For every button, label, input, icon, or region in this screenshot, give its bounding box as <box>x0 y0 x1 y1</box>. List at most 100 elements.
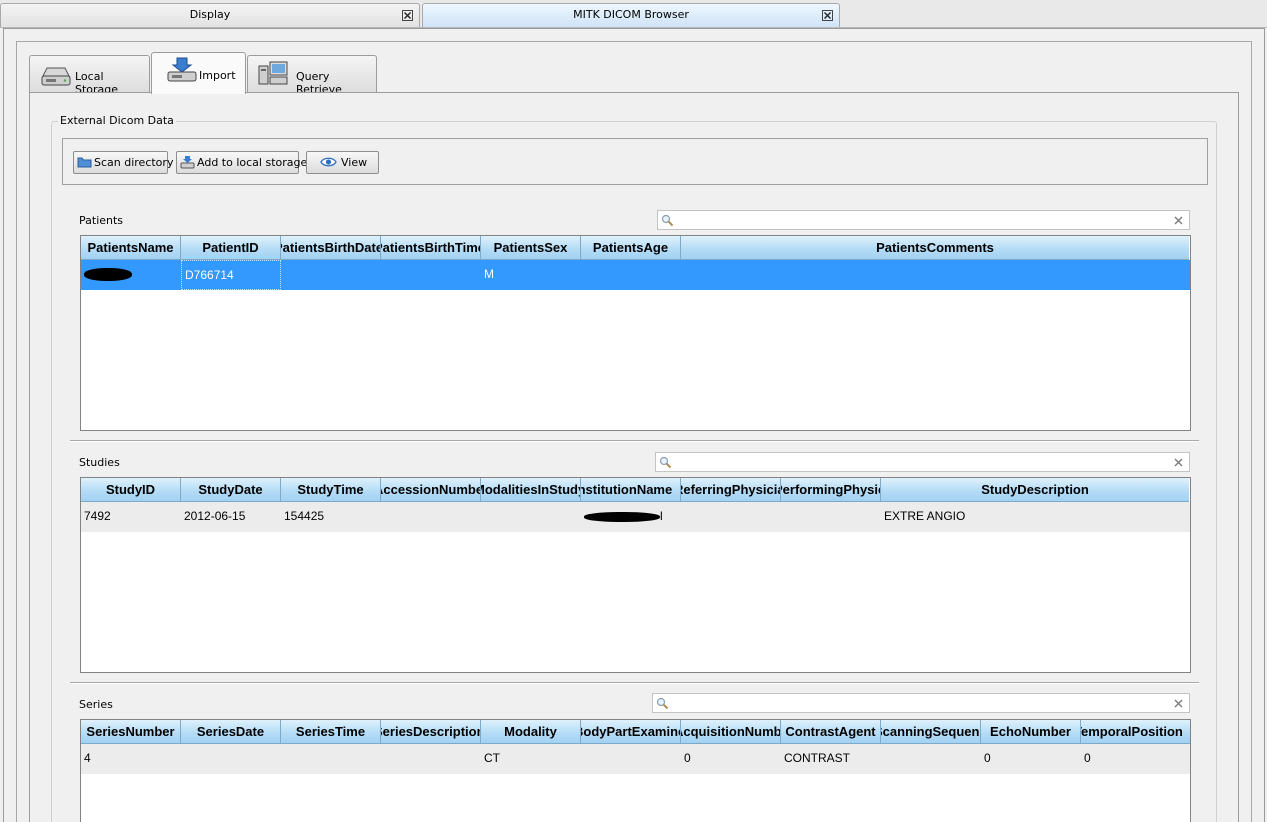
patients-table: PatientsName PatientID PatientsBirthDate… <box>80 235 1191 431</box>
table-row[interactable]: D766714 M <box>81 260 1190 290</box>
table-cell <box>381 260 481 290</box>
table-cell: 4 <box>84 751 91 765</box>
table-cell <box>781 502 881 532</box>
column-header[interactable]: ReferringPhysician <box>681 478 781 502</box>
patients-table-header: PatientsName PatientID PatientsBirthDate… <box>81 236 1189 260</box>
column-header[interactable]: InstitutionName <box>581 478 681 502</box>
column-header[interactable]: PatientsName <box>81 236 181 260</box>
column-header[interactable]: StudyDate <box>181 478 281 502</box>
view-label: View <box>341 156 368 169</box>
import-toolbar: Scan directory Add to local storage View <box>62 138 1208 185</box>
view-button[interactable]: View <box>306 151 379 174</box>
table-cell <box>281 744 381 774</box>
table-cell <box>881 744 981 774</box>
dicom-browser-panel: Local Storage Import Query Retrieve Exte… <box>3 28 1265 822</box>
search-icon <box>659 456 672 469</box>
editor-tab-dicom-browser[interactable]: MITK DICOM Browser <box>422 3 840 27</box>
column-header[interactable]: ContrastAgent <box>781 720 881 744</box>
column-header[interactable]: StudyDescription <box>881 478 1189 502</box>
hard-drive-icon <box>41 67 71 86</box>
search-icon <box>656 697 669 710</box>
table-cell: 0 <box>984 751 991 765</box>
studies-search-box <box>655 452 1190 472</box>
table-cell <box>81 260 181 290</box>
section-splitter[interactable] <box>70 440 1199 442</box>
studies-table: StudyID StudyDate StudyTime AccessionNum… <box>80 477 1191 673</box>
section-splitter[interactable] <box>70 682 1199 684</box>
table-cell: M <box>484 267 494 281</box>
scan-directory-button[interactable]: Scan directory <box>73 151 173 174</box>
tab-query-retrieve[interactable]: Query Retrieve <box>247 55 377 96</box>
column-header[interactable]: SeriesNumber <box>81 720 181 744</box>
column-header[interactable]: PatientsSex <box>481 236 581 260</box>
table-cell: D766714 <box>181 260 281 290</box>
table-cell <box>281 260 381 290</box>
column-header[interactable]: PerformingPhysiciansName <box>781 478 881 502</box>
add-storage-icon <box>180 156 195 169</box>
table-cell: 0 <box>684 751 691 765</box>
column-header[interactable]: ModalitiesInStudy <box>481 478 581 502</box>
table-cell <box>481 502 581 532</box>
column-header[interactable]: TemporalPosition <box>1081 720 1190 744</box>
column-header[interactable]: PatientsBirthDate <box>281 236 381 260</box>
column-header[interactable]: PatientsComments <box>681 236 1189 260</box>
series-section-label: Series <box>79 698 113 711</box>
group-title: External Dicom Data <box>58 114 176 127</box>
table-cell: 7492 <box>84 509 111 523</box>
search-icon <box>661 214 674 227</box>
clear-search-icon[interactable] <box>1174 699 1183 708</box>
cell-text: l <box>660 509 663 523</box>
table-cell <box>181 744 281 774</box>
column-header[interactable]: Modality <box>481 720 581 744</box>
table-cell: l <box>581 502 681 532</box>
table-cell: EXTRE ANGIO <box>884 509 966 523</box>
close-icon[interactable] <box>402 10 413 21</box>
tab-local-storage[interactable]: Local Storage <box>29 55 150 96</box>
tab-import-label: Import <box>199 69 236 82</box>
column-header[interactable]: PatientsAge <box>581 236 681 260</box>
series-table: SeriesNumber SeriesDate SeriesTime Serie… <box>80 719 1191 822</box>
column-header[interactable]: SeriesDescription <box>381 720 481 744</box>
table-cell <box>581 260 681 290</box>
column-header[interactable]: ScanningSequence <box>881 720 981 744</box>
series-search-box <box>652 693 1190 713</box>
external-dicom-data-group: External Dicom Data Scan directory Add t… <box>51 114 1217 822</box>
editor-tab-bar: Display MITK DICOM Browser <box>0 0 1267 28</box>
column-header[interactable]: AccessionNumber <box>381 478 481 502</box>
tab-import[interactable]: Import <box>151 52 246 94</box>
import-download-icon <box>167 57 197 82</box>
column-header[interactable]: AcquisitionNumber <box>681 720 781 744</box>
studies-table-header: StudyID StudyDate StudyTime AccessionNum… <box>81 478 1189 502</box>
eye-icon <box>320 157 337 167</box>
network-computers-icon <box>258 61 288 85</box>
table-cell <box>681 260 1190 290</box>
add-to-local-storage-button[interactable]: Add to local storage <box>176 151 307 174</box>
column-header[interactable]: PatientID <box>181 236 281 260</box>
column-header[interactable]: StudyID <box>81 478 181 502</box>
redacted-institution-mark <box>584 511 660 522</box>
column-header[interactable]: PatientsBirthTime <box>381 236 481 260</box>
series-search-input[interactable] <box>673 695 1169 711</box>
column-header[interactable]: EchoNumber <box>981 720 1081 744</box>
clear-search-icon[interactable] <box>1174 458 1183 467</box>
patients-search-input[interactable] <box>678 212 1169 228</box>
editor-tab-display[interactable]: Display <box>0 3 420 27</box>
table-row[interactable]: 4 CT 0 CONTRAST 0 0 <box>81 744 1190 774</box>
column-header[interactable]: SeriesTime <box>281 720 381 744</box>
editor-tab-display-label: Display <box>189 8 231 21</box>
add-to-local-storage-label: Add to local storage <box>197 156 308 169</box>
column-header[interactable]: SeriesDate <box>181 720 281 744</box>
table-cell <box>381 744 481 774</box>
table-cell: 0 <box>1084 751 1091 765</box>
table-row[interactable]: 7492 2012-06-15 154425 l EXTRE ANGIO <box>81 502 1190 532</box>
studies-search-input[interactable] <box>676 454 1169 470</box>
redacted-name-mark <box>84 268 132 282</box>
column-header[interactable]: BodyPartExamined <box>581 720 681 744</box>
clear-search-icon[interactable] <box>1174 216 1183 225</box>
table-cell: CT <box>484 751 500 765</box>
patients-search-box <box>657 210 1190 230</box>
series-table-header: SeriesNumber SeriesDate SeriesTime Serie… <box>81 720 1190 744</box>
close-icon[interactable] <box>822 10 833 21</box>
scan-directory-label: Scan directory <box>94 156 174 169</box>
column-header[interactable]: StudyTime <box>281 478 381 502</box>
